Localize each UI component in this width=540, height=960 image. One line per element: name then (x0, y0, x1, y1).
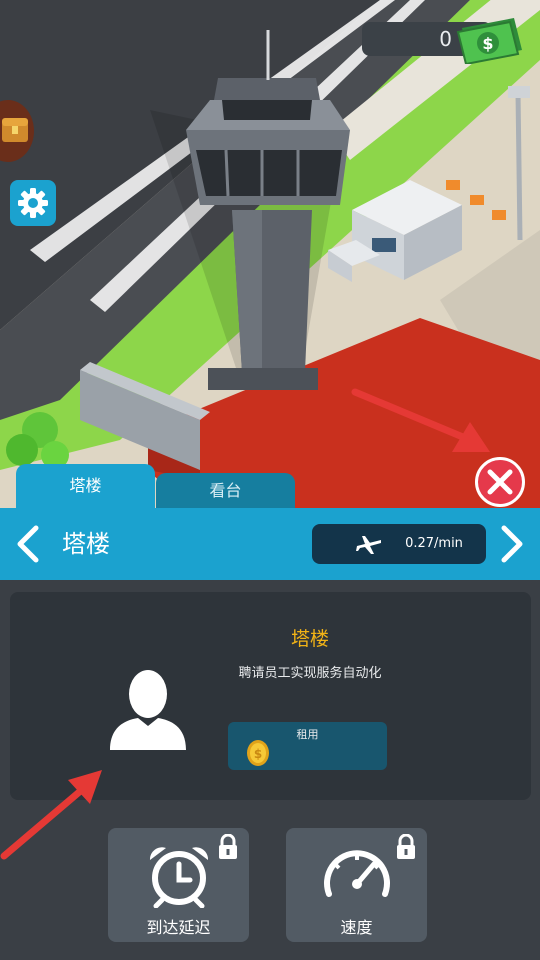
chevron-left-icon (17, 525, 39, 563)
game-scene: 0 $ (0, 0, 540, 520)
treasure-chest-button[interactable] (0, 100, 34, 162)
arrival-rate-value: 0.27/min (405, 536, 463, 551)
money-value: 0 (439, 27, 452, 51)
airport-scene-illustration (0, 0, 540, 520)
treasure-chest-icon (2, 118, 28, 142)
gear-icon (18, 188, 48, 218)
coin-icon: $ (247, 740, 269, 766)
alarm-clock-icon (149, 847, 209, 908)
chevron-right-icon (501, 525, 523, 563)
dollar-bill-icon: $ (456, 14, 526, 64)
previous-building-button[interactable] (8, 522, 48, 566)
tab-stand[interactable]: 看台 (156, 473, 295, 508)
arrival-delay-label: 到达延迟 (146, 918, 211, 937)
next-building-button[interactable] (492, 522, 532, 566)
hire-button[interactable]: 租用 $ (228, 722, 387, 770)
close-icon (487, 469, 513, 495)
staff-card: 塔楼 聘请员工实现服务自动化 租用 $ (0, 592, 531, 860)
speed-upgrade-button[interactable]: 速度 (286, 828, 427, 942)
person-icon (110, 670, 186, 750)
building-header: 塔楼 0.27/min (0, 508, 540, 580)
close-button[interactable] (475, 457, 525, 507)
settings-button[interactable] (10, 180, 56, 226)
building-title: 塔楼 (62, 530, 110, 558)
svg-text:$: $ (254, 747, 262, 761)
lock-icon (397, 834, 415, 859)
svg-text:$: $ (482, 34, 493, 53)
arrival-delay-upgrade-button[interactable]: 到达延迟 (108, 828, 249, 942)
arrival-rate: 0.27/min (312, 524, 486, 564)
staff-card-title: 塔楼 (290, 628, 329, 650)
building-panel: 塔楼 聘请员工实现服务自动化 租用 $ 到达延迟 速度 (0, 580, 540, 960)
staff-card-description: 聘请员工实现服务自动化 (238, 666, 382, 681)
airplane-icon (356, 536, 381, 554)
speedometer-icon (324, 850, 390, 897)
lock-icon (219, 834, 237, 859)
tab-tower[interactable]: 塔楼 (16, 464, 155, 508)
speed-label: 速度 (340, 918, 373, 937)
